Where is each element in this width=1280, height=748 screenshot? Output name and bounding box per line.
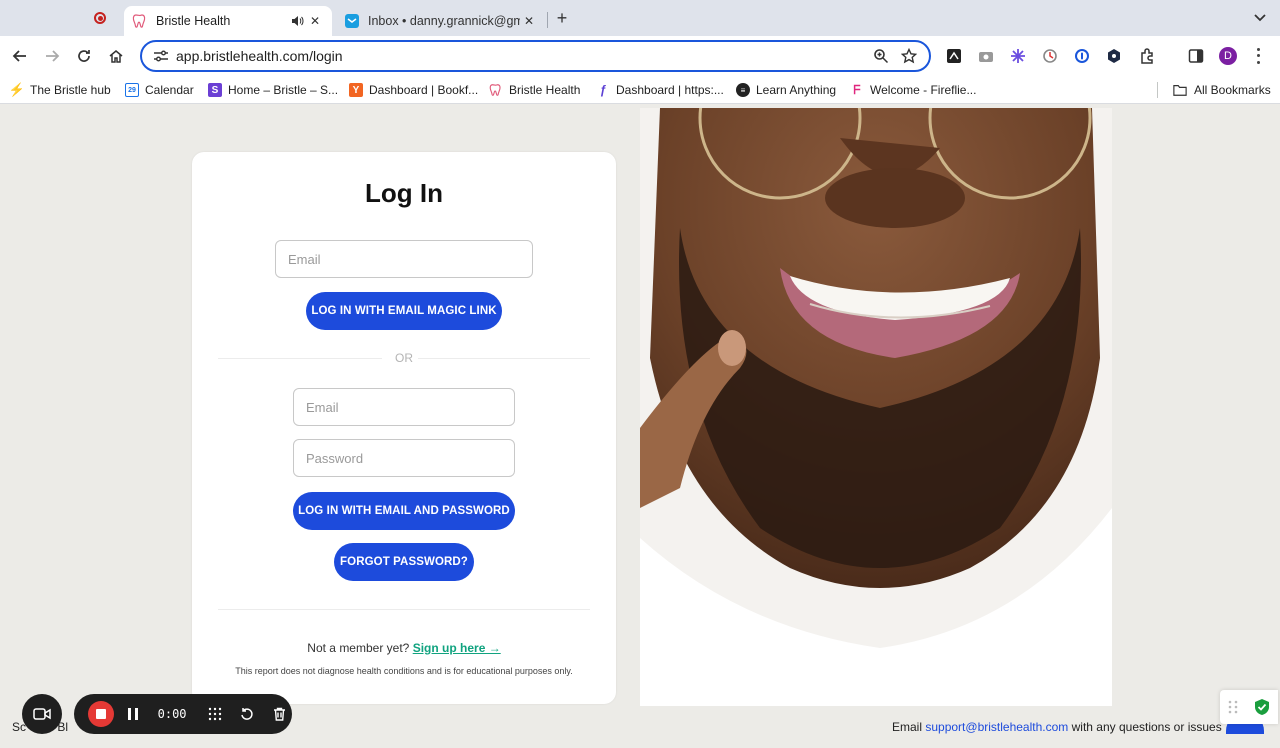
- trash-icon[interactable]: [266, 701, 292, 727]
- calendar-icon: 29: [125, 83, 139, 97]
- password-field[interactable]: [293, 439, 515, 477]
- bookmark-label: Calendar: [145, 83, 194, 97]
- tooth-icon: [132, 14, 146, 28]
- close-tab-icon[interactable]: ✕: [306, 12, 324, 30]
- sparkle-extension-icon[interactable]: [1008, 46, 1028, 66]
- shield-check-icon: [1254, 699, 1269, 715]
- bookmark-label: Bristle Health: [509, 83, 581, 97]
- bookmark-bristle-hub[interactable]: ⚡ The Bristle hub: [8, 81, 111, 99]
- signup-prompt: Not a member yet? Sign up here →: [192, 641, 616, 655]
- f-icon: ƒ: [599, 83, 607, 97]
- disclaimer-text: This report does not diagnose health con…: [235, 666, 573, 676]
- grid-icon[interactable]: [203, 701, 229, 727]
- member-prompt-text: Not a member yet?: [307, 641, 410, 655]
- inbox-icon: [345, 14, 359, 28]
- divider-line: [418, 358, 590, 359]
- bookmark-label: Learn Anything: [756, 83, 837, 97]
- bookmark-dashboard-bookf[interactable]: Y Dashboard | Bookf...: [349, 81, 478, 99]
- hat-icon: ≡: [736, 83, 750, 97]
- magic-link-email-input[interactable]: [275, 240, 533, 278]
- tooth-icon: [489, 84, 501, 96]
- support-footer: Email support@bristlehealth.com with any…: [892, 720, 1222, 734]
- recording-indicator-icon[interactable]: [88, 9, 112, 27]
- tab-title: Inbox • danny.grannick@gmail.com: [368, 14, 520, 28]
- recorder-controls: 0:00: [74, 694, 292, 734]
- footer-email-prefix: Email: [892, 720, 923, 734]
- bookmark-dashboard-https[interactable]: ƒ Dashboard | https:...: [596, 81, 724, 99]
- bookmark-home-bristle[interactable]: S Home – Bristle – S...: [208, 81, 338, 99]
- speaker-icon[interactable]: [288, 12, 306, 30]
- browser-menu-icon[interactable]: [1252, 46, 1264, 66]
- hexagon-extension-icon[interactable]: [1104, 46, 1124, 66]
- tab-search-chevron-icon[interactable]: [1250, 8, 1270, 28]
- extension-icon[interactable]: [944, 46, 964, 66]
- bookmark-label: Dashboard | https:...: [616, 83, 724, 97]
- bookmark-bristle-health[interactable]: Bristle Health: [489, 81, 580, 99]
- zoom-icon[interactable]: [867, 42, 895, 70]
- password-manager-icon[interactable]: [1072, 46, 1092, 66]
- divider-line: [218, 609, 590, 610]
- drag-handle-icon[interactable]: [1228, 700, 1238, 714]
- restart-icon[interactable]: [234, 701, 260, 727]
- site-settings-icon[interactable]: [146, 49, 176, 63]
- signup-link[interactable]: Sign up here →: [413, 641, 501, 655]
- home-button[interactable]: [104, 44, 128, 68]
- fireflies-icon: ᖴ: [853, 82, 861, 97]
- bookmark-calendar[interactable]: 29 Calendar: [125, 81, 194, 99]
- footer-email-suffix: with any questions or issues: [1071, 720, 1222, 734]
- password-login-button[interactable]: LOG IN WITH EMAIL AND PASSWORD: [293, 492, 515, 530]
- pause-icon[interactable]: [120, 701, 146, 727]
- extensions-puzzle-icon[interactable]: [1138, 46, 1158, 66]
- tab-divider: [547, 12, 548, 28]
- forward-button[interactable]: [40, 44, 64, 68]
- profile-avatar[interactable]: D: [1219, 47, 1237, 65]
- floating-widget[interactable]: [1220, 690, 1278, 724]
- bookmarks-divider: [1157, 82, 1158, 98]
- address-bar[interactable]: app.bristlehealth.com/login: [140, 40, 931, 72]
- magic-link-login-button[interactable]: LOG IN WITH EMAIL MAGIC LINK: [306, 292, 502, 330]
- bookmark-label: Home – Bristle – S...: [228, 83, 339, 97]
- timer-extension-icon[interactable]: [1040, 46, 1060, 66]
- y-icon: Y: [349, 83, 363, 97]
- forgot-password-button[interactable]: FORGOT PASSWORD?: [334, 543, 474, 581]
- bookmark-learn-anything[interactable]: ≡ Learn Anything: [736, 81, 836, 99]
- email-field[interactable]: [293, 388, 515, 426]
- tab-bar: Bristle Health ✕ Inbox • danny.grannick@…: [0, 0, 1280, 36]
- close-tab-icon[interactable]: ✕: [520, 12, 538, 30]
- recording-timer: 0:00: [157, 707, 187, 721]
- video-camera-icon: [33, 708, 51, 720]
- tab-bristle-health[interactable]: Bristle Health ✕: [124, 6, 332, 36]
- bookmarks-bar: ⚡ The Bristle hub 29 Calendar S Home – B…: [0, 76, 1280, 104]
- browser-toolbar: app.bristlehealth.com/login D: [0, 36, 1280, 76]
- login-card: Log In LOG IN WITH EMAIL MAGIC LINK OR L…: [192, 152, 616, 704]
- side-panel-icon[interactable]: [1186, 46, 1206, 66]
- bookmark-label: All Bookmarks: [1194, 83, 1271, 97]
- s-icon: S: [208, 83, 222, 97]
- reload-button[interactable]: [72, 44, 96, 68]
- all-bookmarks[interactable]: All Bookmarks: [1172, 81, 1271, 99]
- support-email-link[interactable]: support@bristlehealth.com: [925, 720, 1068, 734]
- back-button[interactable]: [8, 44, 32, 68]
- bookmark-label: Welcome - Fireflie...: [870, 83, 977, 97]
- hero-photo: [640, 108, 1112, 706]
- tab-title: Bristle Health: [156, 14, 231, 28]
- bookmark-star-icon[interactable]: [895, 42, 923, 70]
- new-tab-button[interactable]: +: [552, 8, 572, 28]
- stop-recording-button[interactable]: [88, 701, 114, 727]
- bookmark-fireflies[interactable]: ᖴ Welcome - Fireflie...: [850, 81, 976, 99]
- tab-inbox[interactable]: Inbox • danny.grannick@gmail.com ✕: [336, 6, 546, 36]
- bookmark-label: The Bristle hub: [30, 83, 111, 97]
- camera-toggle-button[interactable]: [22, 694, 62, 734]
- page-title: Log In: [365, 178, 443, 208]
- camera-extension-icon[interactable]: [976, 46, 996, 66]
- bookmark-label: Dashboard | Bookf...: [369, 83, 479, 97]
- bolt-icon: ⚡: [8, 82, 26, 97]
- url-text: app.bristlehealth.com/login: [176, 48, 343, 64]
- folder-icon: [1173, 85, 1187, 96]
